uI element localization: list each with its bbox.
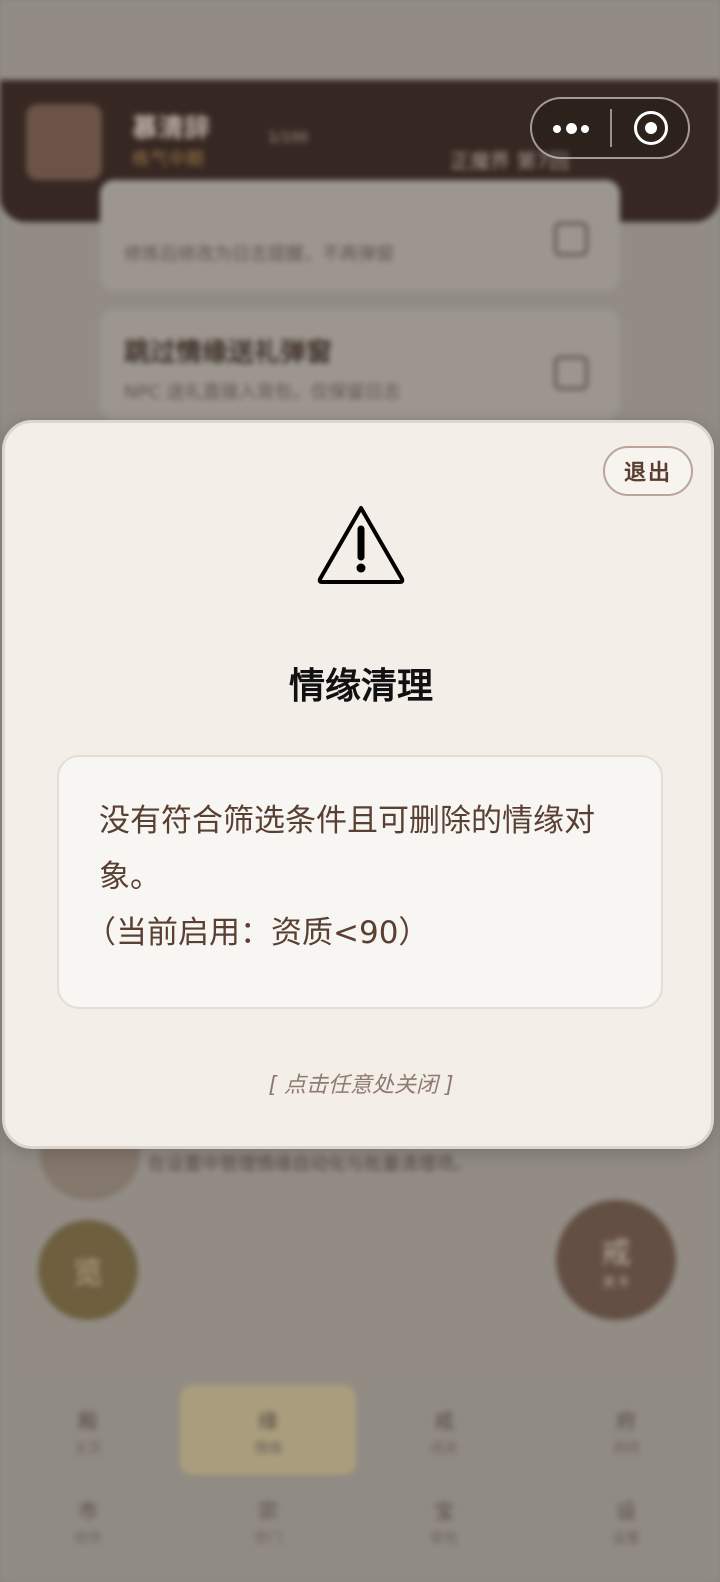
dot-icon [566, 123, 577, 134]
dot-icon [581, 125, 589, 133]
close-miniprogram-button[interactable] [634, 111, 668, 145]
dot-icon [553, 125, 561, 133]
message-box: 没有符合筛选条件且可删除的情缘对象。 （当前启用：资质<90） [57, 755, 663, 1009]
exit-button[interactable]: 退出 [603, 446, 693, 496]
capsule-divider [610, 109, 612, 147]
warning-triangle-icon [317, 506, 405, 584]
dialog-message: 没有符合筛选条件且可删除的情缘对象。 [99, 803, 595, 895]
more-menu-button[interactable] [532, 99, 610, 157]
cleanup-dialog: 退出 情缘清理 没有符合筛选条件且可删除的情缘对象。 （当前启用：资质<90） … [2, 420, 714, 1149]
dialog-title: 情缘清理 [288, 666, 433, 707]
miniprogram-capsule [530, 97, 690, 159]
close-hint: [ 点击任意处关闭 ] [268, 1073, 454, 1098]
filter-note: （当前启用：资质<90） [85, 915, 430, 951]
